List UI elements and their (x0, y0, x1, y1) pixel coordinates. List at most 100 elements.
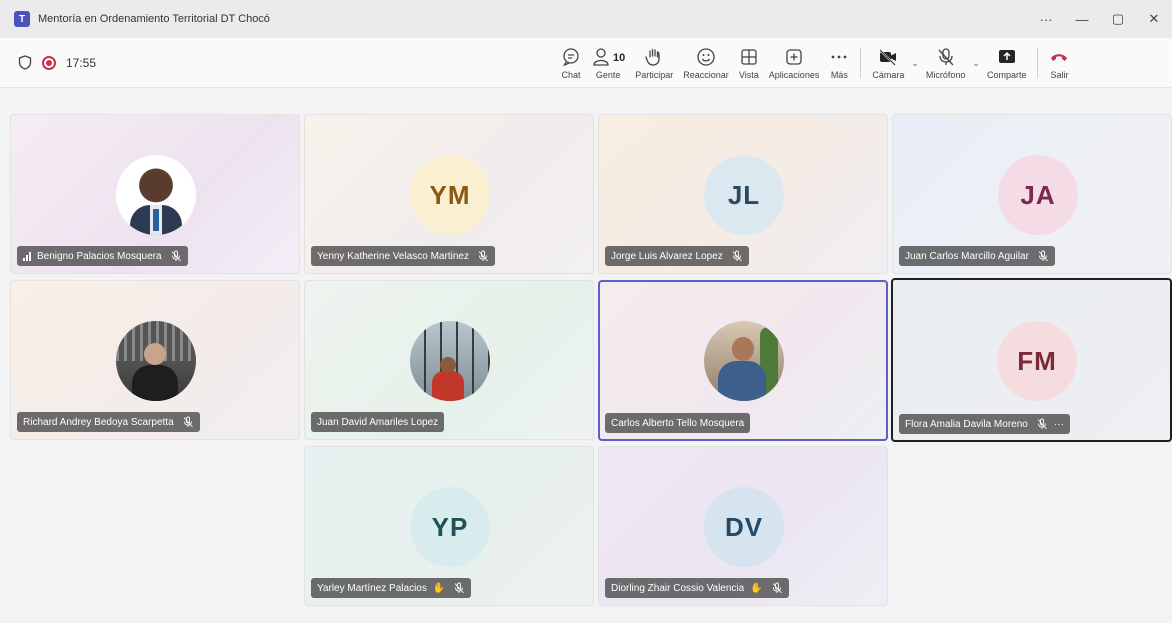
participant-photo (116, 155, 196, 235)
participant-name-tag: Richard Andrey Bedoya Scarpetta (17, 412, 200, 432)
speaking-bars-icon (23, 251, 32, 261)
chat-label: Chat (561, 69, 581, 80)
participant-name-tag: Benigno Palacios Mosquera (17, 246, 188, 266)
participant-more-icon[interactable]: ··· (1054, 419, 1064, 430)
people-count: 10 (613, 52, 626, 64)
mic-label: Micrófono (925, 69, 966, 80)
mic-off-icon (454, 582, 465, 594)
hangup-icon (1051, 53, 1068, 61)
participant-avatar: DV (704, 487, 784, 567)
mic-off-icon (938, 47, 954, 65)
smile-icon (697, 47, 715, 66)
raised-hand-icon: ✋ (432, 582, 446, 594)
camera-off-icon (879, 48, 897, 66)
mic-off-icon (171, 250, 181, 262)
share-icon (998, 49, 1015, 63)
participant-tile[interactable]: JL Jorge Luis Alvarez Lopez (598, 114, 888, 274)
raise-hand-icon (645, 48, 660, 66)
participant-name: Richard Andrey Bedoya Scarpetta (23, 416, 174, 428)
toolbar-divider (860, 48, 862, 78)
participant-name: Flora Amalia Davila Moreno (905, 418, 1028, 430)
meeting-timer: 17:55 (66, 55, 97, 70)
camera-chevron-down-icon[interactable]: ⌄ (911, 58, 919, 69)
participant-name-tag: Diorling Zhair Cossio Valencia ✋ (605, 578, 789, 598)
apps-label: Aplicaciones (768, 69, 820, 80)
window-title: Mentoría en Ordenamiento Territorial DT … (38, 13, 270, 25)
raise-hand-button[interactable]: Participar (630, 38, 678, 88)
participant-name: Juan David Amariles Lopez (317, 416, 439, 428)
participant-name: Yenny Katherine Velasco Martinez (317, 250, 469, 262)
close-icon[interactable]: ✕ (1136, 11, 1172, 27)
participant-avatar: FM (997, 321, 1077, 401)
mic-chevron-down-icon[interactable]: ⌄ (972, 58, 980, 69)
view-label: Vista (738, 69, 759, 80)
leave-button[interactable]: Salir (1044, 38, 1074, 88)
participant-name: Jorge Luis Alvarez Lopez (611, 250, 723, 262)
chat-button[interactable]: Chat (556, 38, 586, 88)
camera-button[interactable]: Cámara (867, 38, 909, 88)
mic-button[interactable]: Micrófono (921, 38, 971, 88)
react-label: Reaccionar (683, 69, 729, 80)
more-label: Más (830, 69, 848, 80)
title-bar: T Mentoría en Ordenamiento Territorial D… (0, 0, 1172, 38)
participant-name: Benigno Palacios Mosquera (37, 250, 162, 262)
participant-tile[interactable]: JA Juan Carlos Marcillo Aguilar (892, 114, 1172, 274)
participant-tile-pinned[interactable]: FM Flora Amalia Davila Moreno ··· (891, 278, 1172, 442)
meeting-controls: Chat 10 Gente Participar Reaccionar Vist… (556, 38, 1074, 88)
more-button[interactable]: Más (824, 38, 854, 88)
plus-square-icon (786, 48, 802, 65)
participant-name: Diorling Zhair Cossio Valencia (611, 582, 745, 594)
chat-icon (563, 47, 579, 66)
participant-tile-active[interactable]: Carlos Alberto Tello Mosquera (598, 280, 888, 441)
teams-logo-icon: T (14, 11, 30, 27)
participant-tile[interactable]: YP Yarley Martínez Palacios ✋ (304, 446, 594, 606)
minimize-icon[interactable]: — (1064, 12, 1100, 27)
participant-name-tag: Jorge Luis Alvarez Lopez (605, 246, 749, 266)
window-controls: ··· — ▢ ✕ (1028, 0, 1172, 38)
participant-name: Yarley Martínez Palacios (317, 582, 427, 594)
react-button[interactable]: Reaccionar (678, 38, 734, 88)
window-more-icon[interactable]: ··· (1028, 12, 1064, 27)
mic-off-icon (478, 250, 488, 262)
share-label: Comparte (986, 69, 1027, 80)
people-label: Gente (595, 69, 621, 80)
participant-avatar: JA (998, 155, 1078, 235)
participant-avatar: JL (704, 155, 784, 235)
apps-button[interactable]: Aplicaciones (764, 38, 825, 88)
participant-name-tag: Yarley Martínez Palacios ✋ (311, 578, 472, 598)
grid-icon (741, 48, 757, 65)
people-button[interactable]: 10 Gente (586, 38, 630, 88)
participant-tile[interactable]: DV Diorling Zhair Cossio Valencia ✋ (598, 446, 888, 606)
view-button[interactable]: Vista (734, 38, 764, 88)
mic-off-icon (772, 582, 782, 594)
maximize-icon[interactable]: ▢ (1100, 11, 1136, 27)
mic-off-icon (1038, 250, 1048, 262)
raised-hand-icon: ✋ (750, 582, 763, 594)
participant-name-tag: Carlos Alberto Tello Mosquera (605, 413, 751, 433)
participant-name-tag: Flora Amalia Davila Moreno ··· (899, 414, 1070, 434)
shield-icon[interactable] (18, 55, 32, 70)
participant-tile[interactable]: YM Yenny Katherine Velasco Martinez (304, 114, 594, 274)
raise-label: Participar (635, 69, 674, 80)
participant-photo (704, 321, 784, 401)
camera-label: Cámara (872, 69, 905, 80)
participant-photo (410, 321, 490, 401)
share-button[interactable]: Comparte (982, 38, 1032, 88)
participant-name-tag: Juan David Amariles Lopez (311, 412, 445, 432)
recording-icon (42, 55, 56, 70)
participant-photo (116, 321, 196, 401)
participant-avatar: YM (410, 155, 490, 235)
mic-off-icon (732, 250, 742, 262)
participant-tile[interactable]: Richard Andrey Bedoya Scarpetta (10, 280, 300, 440)
participant-name: Carlos Alberto Tello Mosquera (611, 417, 745, 429)
participant-tile[interactable]: Juan David Amariles Lopez (304, 280, 594, 440)
participant-name: Juan Carlos Marcillo Aguilar (905, 250, 1029, 262)
mic-off-icon (183, 416, 193, 428)
mic-off-icon (1037, 418, 1047, 430)
participant-tile[interactable]: Benigno Palacios Mosquera (10, 114, 300, 274)
toolbar-divider-2 (1037, 48, 1039, 78)
ellipsis-icon (831, 55, 847, 58)
participant-avatar: YP (410, 487, 490, 567)
participant-name-tag: Yenny Katherine Velasco Martinez (311, 246, 495, 266)
people-icon (593, 47, 609, 66)
